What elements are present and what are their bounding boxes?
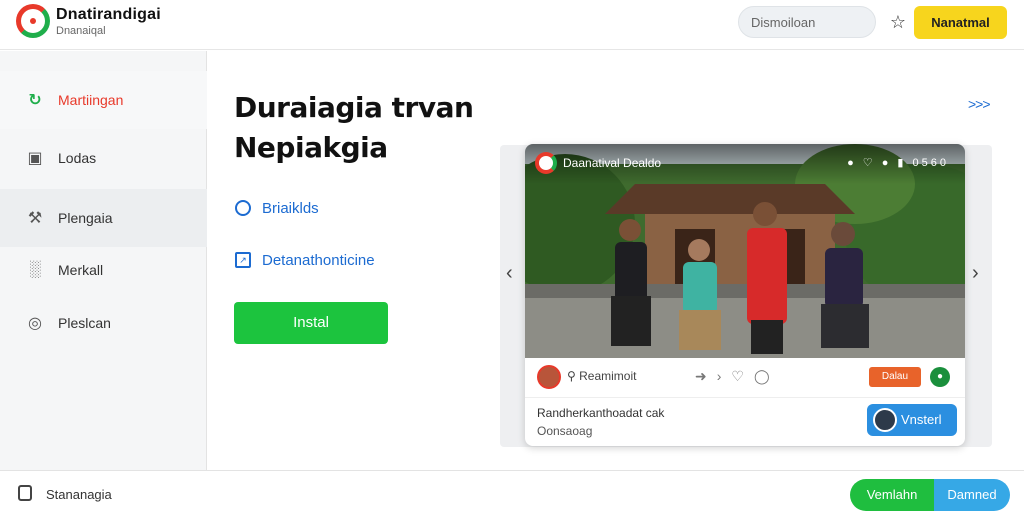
sidebar-item-label: Lodas	[58, 150, 97, 166]
footer-btn-secondary[interactable]: Damned	[934, 479, 1010, 511]
top-header: Dnatirandigai Dnanaiqal Dismoiloan ☆ Nan…	[0, 0, 1024, 50]
carousel-next-icon[interactable]: ›	[972, 262, 979, 285]
target-icon: ◎	[28, 315, 42, 332]
footer-btn-primary[interactable]: Vemlahn	[850, 479, 934, 511]
reaction-bar: ⚲ Reamimoit ➜›♡◯ Dalau ●	[525, 358, 965, 398]
header-cta-button[interactable]: Nanatmal	[914, 6, 1007, 39]
card-info-title: Randherkanthoadat cak	[537, 406, 665, 420]
preview-card: Daanatival Dealdo ● ♡ ● ▮ 0560 ⚲ Reamimo…	[525, 144, 965, 446]
brand-name: Dnatirandigai	[56, 6, 161, 23]
green-dot-icon[interactable]: ●	[930, 367, 950, 387]
brand-logo-icon[interactable]	[16, 4, 50, 38]
circle-icon	[234, 199, 252, 217]
page-title-line-2: Nepiakgia	[234, 131, 388, 164]
sidebar-item-label: Martiingan	[58, 92, 124, 108]
photo-overlay-bar: Daanatival Dealdo ● ♡ ● ▮ 0560	[525, 144, 965, 184]
page-title: Duraiagia trvan Nepiakgia	[234, 88, 494, 168]
card-search[interactable]: ⚲ Reamimoit	[567, 369, 636, 383]
tool-icon: ⚒	[27, 210, 43, 227]
avatar[interactable]	[537, 365, 561, 389]
notification-bell-icon[interactable]: ☆	[886, 10, 910, 34]
footer-label: Stananagia	[46, 487, 112, 502]
app-name: Daanatival Dealdo	[563, 156, 662, 170]
sidebar: ↻ Martiingan ▣ Lodas ⚒ Plengaia ░ Merkal…	[0, 51, 207, 470]
chart-icon: ░	[29, 261, 41, 278]
card-install-button[interactable]: Vnsterl	[867, 404, 957, 436]
clipboard-icon[interactable]	[18, 485, 32, 501]
carousel-prev-icon[interactable]: ‹	[506, 262, 513, 285]
sidebar-item-label: Pleslcan	[58, 315, 111, 331]
sidebar-item-home[interactable]: ↻ Martiingan	[0, 71, 207, 129]
feature-label: Briaiklds	[262, 199, 319, 217]
page-title-line-1: Duraiagia trvan	[234, 91, 474, 124]
feature-label: Detanathonticine	[262, 251, 375, 269]
search-input[interactable]: Dismoiloan	[738, 6, 876, 38]
sidebar-item-label: Plengaia	[58, 210, 113, 226]
feature-item[interactable]: Briaiklds	[234, 199, 319, 217]
status-badge[interactable]: Dalau	[869, 367, 921, 387]
avatar	[873, 408, 897, 432]
footer-bar: Stananagia Vemlahn Damned	[0, 470, 1024, 512]
briefcase-icon: ▣	[27, 150, 43, 167]
feature-item[interactable]: ↗ Detanathonticine	[234, 251, 375, 269]
overlay-icons[interactable]: ● ♡ ● ▮ 0560	[847, 156, 949, 169]
app-logo-icon	[535, 152, 557, 174]
sidebar-item-label: Merkall	[58, 262, 104, 278]
share-icons[interactable]: ➜›♡◯	[695, 368, 780, 385]
sidebar-item-plengaia[interactable]: ⚒ Plengaia	[0, 189, 207, 247]
footer-split-button[interactable]: Vemlahn Damned	[850, 479, 1010, 511]
more-chevron-icon[interactable]: >>>	[968, 96, 991, 112]
logo-icon: ↻	[28, 92, 42, 109]
card-info-sub: Oonsaoag	[537, 424, 593, 438]
brand-subtitle: Dnanaiqal	[56, 25, 106, 37]
sidebar-item-merkall[interactable]: ░ Merkall	[0, 241, 207, 299]
sidebar-item-pleslcan[interactable]: ◎ Pleslcan	[0, 294, 207, 352]
checkbox-icon: ↗	[234, 251, 252, 269]
install-button[interactable]: Instal	[234, 302, 388, 344]
sidebar-item-lodas[interactable]: ▣ Lodas	[0, 129, 207, 187]
